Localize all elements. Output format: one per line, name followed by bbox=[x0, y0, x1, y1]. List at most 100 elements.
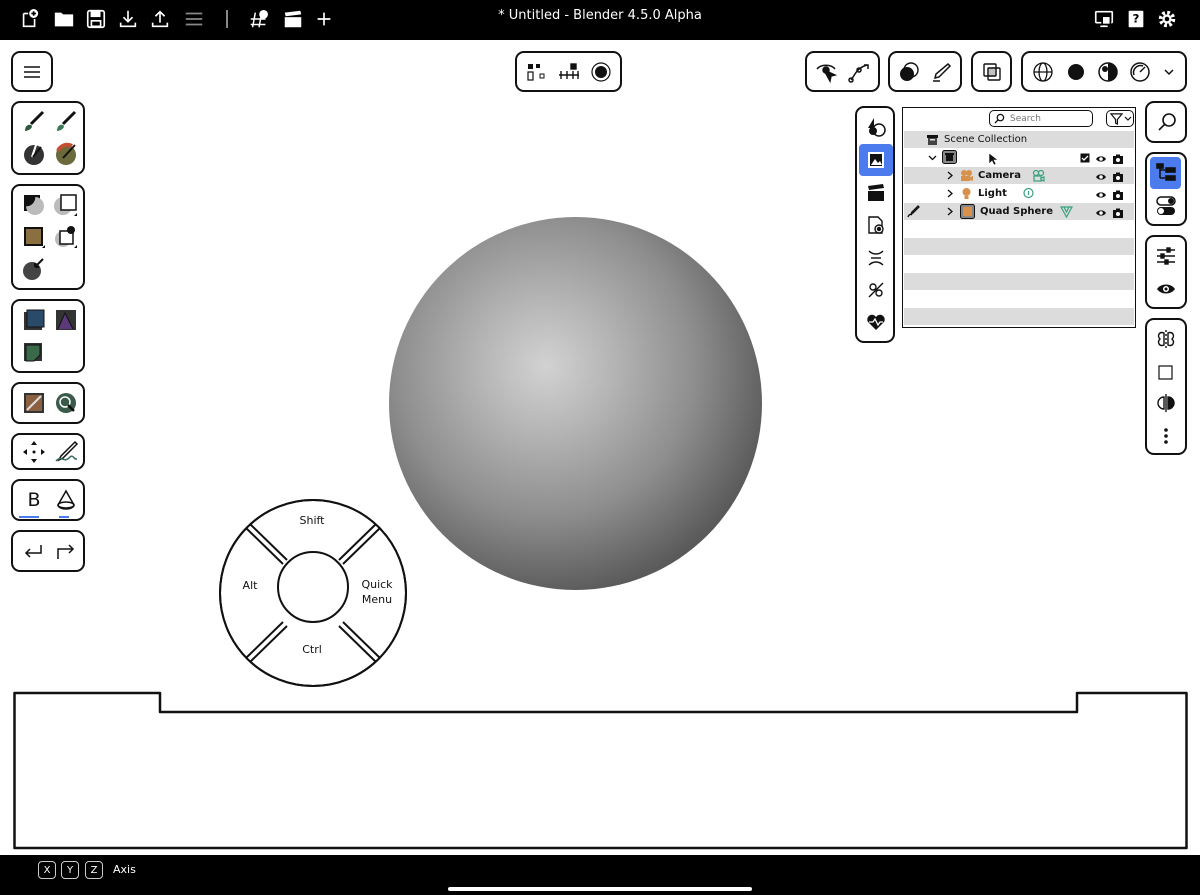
render-properties-tab[interactable] bbox=[859, 144, 893, 176]
sliders-icon[interactable] bbox=[1155, 245, 1177, 267]
exclude-checkbox[interactable] bbox=[1080, 153, 1090, 163]
hamburger-icon bbox=[24, 66, 40, 78]
physics-properties-icon[interactable] bbox=[865, 279, 887, 301]
scene-properties-icon[interactable] bbox=[865, 214, 887, 236]
expand-chevron-right-icon[interactable] bbox=[946, 207, 954, 216]
outliner-item-label: Quad Sphere bbox=[980, 206, 1053, 217]
image-tools-group bbox=[11, 382, 85, 424]
layer-blue-icon[interactable] bbox=[21, 307, 47, 333]
gizmo-icon[interactable] bbox=[847, 61, 871, 83]
shading-dropdown-chevron-icon[interactable] bbox=[1161, 63, 1177, 81]
settings-icon[interactable] bbox=[1154, 6, 1180, 32]
image-sample-icon[interactable] bbox=[53, 390, 79, 416]
clapperboard-icon[interactable] bbox=[280, 6, 306, 32]
menu-lines-icon[interactable] bbox=[181, 6, 207, 32]
eye-toggle-icon[interactable] bbox=[1095, 150, 1107, 162]
timeline-panel bbox=[13, 691, 1188, 850]
fill-brush-icon[interactable] bbox=[21, 141, 47, 167]
fill-tool-icon[interactable] bbox=[21, 192, 47, 218]
snapping-toolbar bbox=[515, 51, 622, 92]
render-toggle-icon[interactable] bbox=[1112, 150, 1124, 164]
render-toggle-icon[interactable] bbox=[1112, 204, 1124, 218]
mirror-object-icon[interactable] bbox=[1155, 392, 1177, 414]
pivot-icon[interactable] bbox=[525, 61, 547, 83]
new-file-icon[interactable] bbox=[17, 6, 43, 32]
output-properties-icon[interactable] bbox=[865, 182, 887, 204]
save-icon[interactable] bbox=[83, 6, 109, 32]
ctrl-key-button[interactable]: Ctrl bbox=[282, 643, 342, 656]
help-icon[interactable]: ? bbox=[1123, 6, 1149, 32]
proportional-edit-icon[interactable] bbox=[590, 61, 612, 83]
quick-menu-button[interactable]: Quick Menu bbox=[352, 577, 402, 607]
bounding-box-icon[interactable] bbox=[1157, 361, 1175, 383]
layer-mask-icon[interactable] bbox=[53, 307, 79, 333]
add-icon[interactable] bbox=[311, 6, 337, 32]
solid-shading-icon[interactable] bbox=[1065, 61, 1087, 83]
layer-green-icon[interactable] bbox=[21, 339, 47, 365]
tool-properties-icon[interactable] bbox=[865, 116, 887, 138]
outliner-toggle-button[interactable] bbox=[1150, 157, 1181, 189]
search-button[interactable] bbox=[1145, 101, 1187, 143]
render-toggle-icon[interactable] bbox=[1112, 186, 1124, 200]
symmetry-icon[interactable] bbox=[1155, 328, 1177, 350]
xray-button[interactable] bbox=[971, 51, 1012, 92]
brush-alt-icon[interactable] bbox=[53, 109, 79, 135]
edit-brush-icon[interactable] bbox=[907, 205, 920, 218]
mouse-cursor-icon bbox=[988, 152, 999, 166]
open-folder-icon[interactable] bbox=[51, 6, 77, 32]
outliner-tree-icon bbox=[1155, 163, 1176, 181]
undo-icon[interactable] bbox=[21, 539, 47, 565]
collection-icon bbox=[942, 150, 957, 164]
scene-collection-row[interactable]: Scene Collection bbox=[904, 131, 1134, 148]
text-tool-glyph: B bbox=[27, 489, 41, 511]
stamp-tool-icon[interactable] bbox=[53, 224, 79, 250]
expand-chevron-right-icon[interactable] bbox=[946, 189, 954, 198]
rendered-shading-icon[interactable] bbox=[1129, 61, 1151, 83]
eye-toggle-icon[interactable] bbox=[1095, 204, 1107, 216]
expand-chevron-down-icon[interactable] bbox=[928, 153, 937, 162]
render-icon[interactable] bbox=[246, 6, 272, 32]
alt-key-button[interactable]: Alt bbox=[230, 579, 270, 592]
move-tool-icon[interactable] bbox=[21, 439, 47, 465]
export-icon[interactable] bbox=[147, 6, 173, 32]
color-brush-icon[interactable] bbox=[53, 141, 79, 167]
shift-key-button[interactable]: Shift bbox=[282, 514, 342, 527]
svg-text:?: ? bbox=[1133, 12, 1140, 26]
eye-toggle-icon[interactable] bbox=[1095, 168, 1107, 180]
main-menu-button[interactable] bbox=[11, 51, 53, 92]
expand-chevron-right-icon[interactable] bbox=[946, 171, 954, 180]
render-toggle-icon[interactable] bbox=[1112, 168, 1124, 182]
outliner-item-label: Light bbox=[978, 188, 1007, 199]
transform-tools-group bbox=[11, 433, 85, 470]
text-tool-button[interactable]: B bbox=[21, 487, 47, 513]
wheel-center-button[interactable] bbox=[277, 551, 349, 623]
import-icon[interactable] bbox=[115, 6, 141, 32]
world-properties-icon[interactable] bbox=[865, 247, 887, 269]
pick-tool-icon[interactable] bbox=[21, 256, 47, 282]
wireframe-shading-icon[interactable] bbox=[1032, 61, 1054, 83]
selectability-icon[interactable] bbox=[815, 61, 837, 83]
display-icon[interactable] bbox=[1091, 6, 1117, 32]
filter-button[interactable] bbox=[1106, 110, 1134, 127]
quad-sphere-mesh[interactable] bbox=[389, 217, 762, 590]
image-edit-icon[interactable] bbox=[21, 390, 47, 416]
scene-collection-icon bbox=[926, 133, 939, 146]
overlays-icon[interactable] bbox=[898, 61, 920, 83]
eye-toggle-icon[interactable] bbox=[1095, 186, 1107, 198]
filter-icon bbox=[1110, 113, 1123, 125]
eye-icon[interactable] bbox=[1155, 278, 1177, 300]
more-options-icon[interactable] bbox=[1157, 425, 1175, 447]
health-properties-icon[interactable] bbox=[865, 311, 887, 333]
texture-tool-icon[interactable] bbox=[21, 224, 47, 250]
brush-icon[interactable] bbox=[21, 109, 47, 135]
properties-toggle-icon[interactable] bbox=[1155, 195, 1177, 217]
quick-menu-label-line2: Menu bbox=[361, 593, 393, 606]
redo-icon[interactable] bbox=[53, 539, 79, 565]
annotate-tool-icon[interactable] bbox=[53, 439, 79, 465]
outline-tool-icon[interactable] bbox=[53, 192, 79, 218]
outliner-item-label: Camera bbox=[978, 170, 1021, 181]
drop-tool-icon[interactable] bbox=[53, 487, 79, 513]
material-shading-icon[interactable] bbox=[1097, 61, 1119, 83]
snap-increment-icon[interactable] bbox=[557, 61, 581, 83]
edit-mode-icon[interactable] bbox=[930, 61, 952, 83]
